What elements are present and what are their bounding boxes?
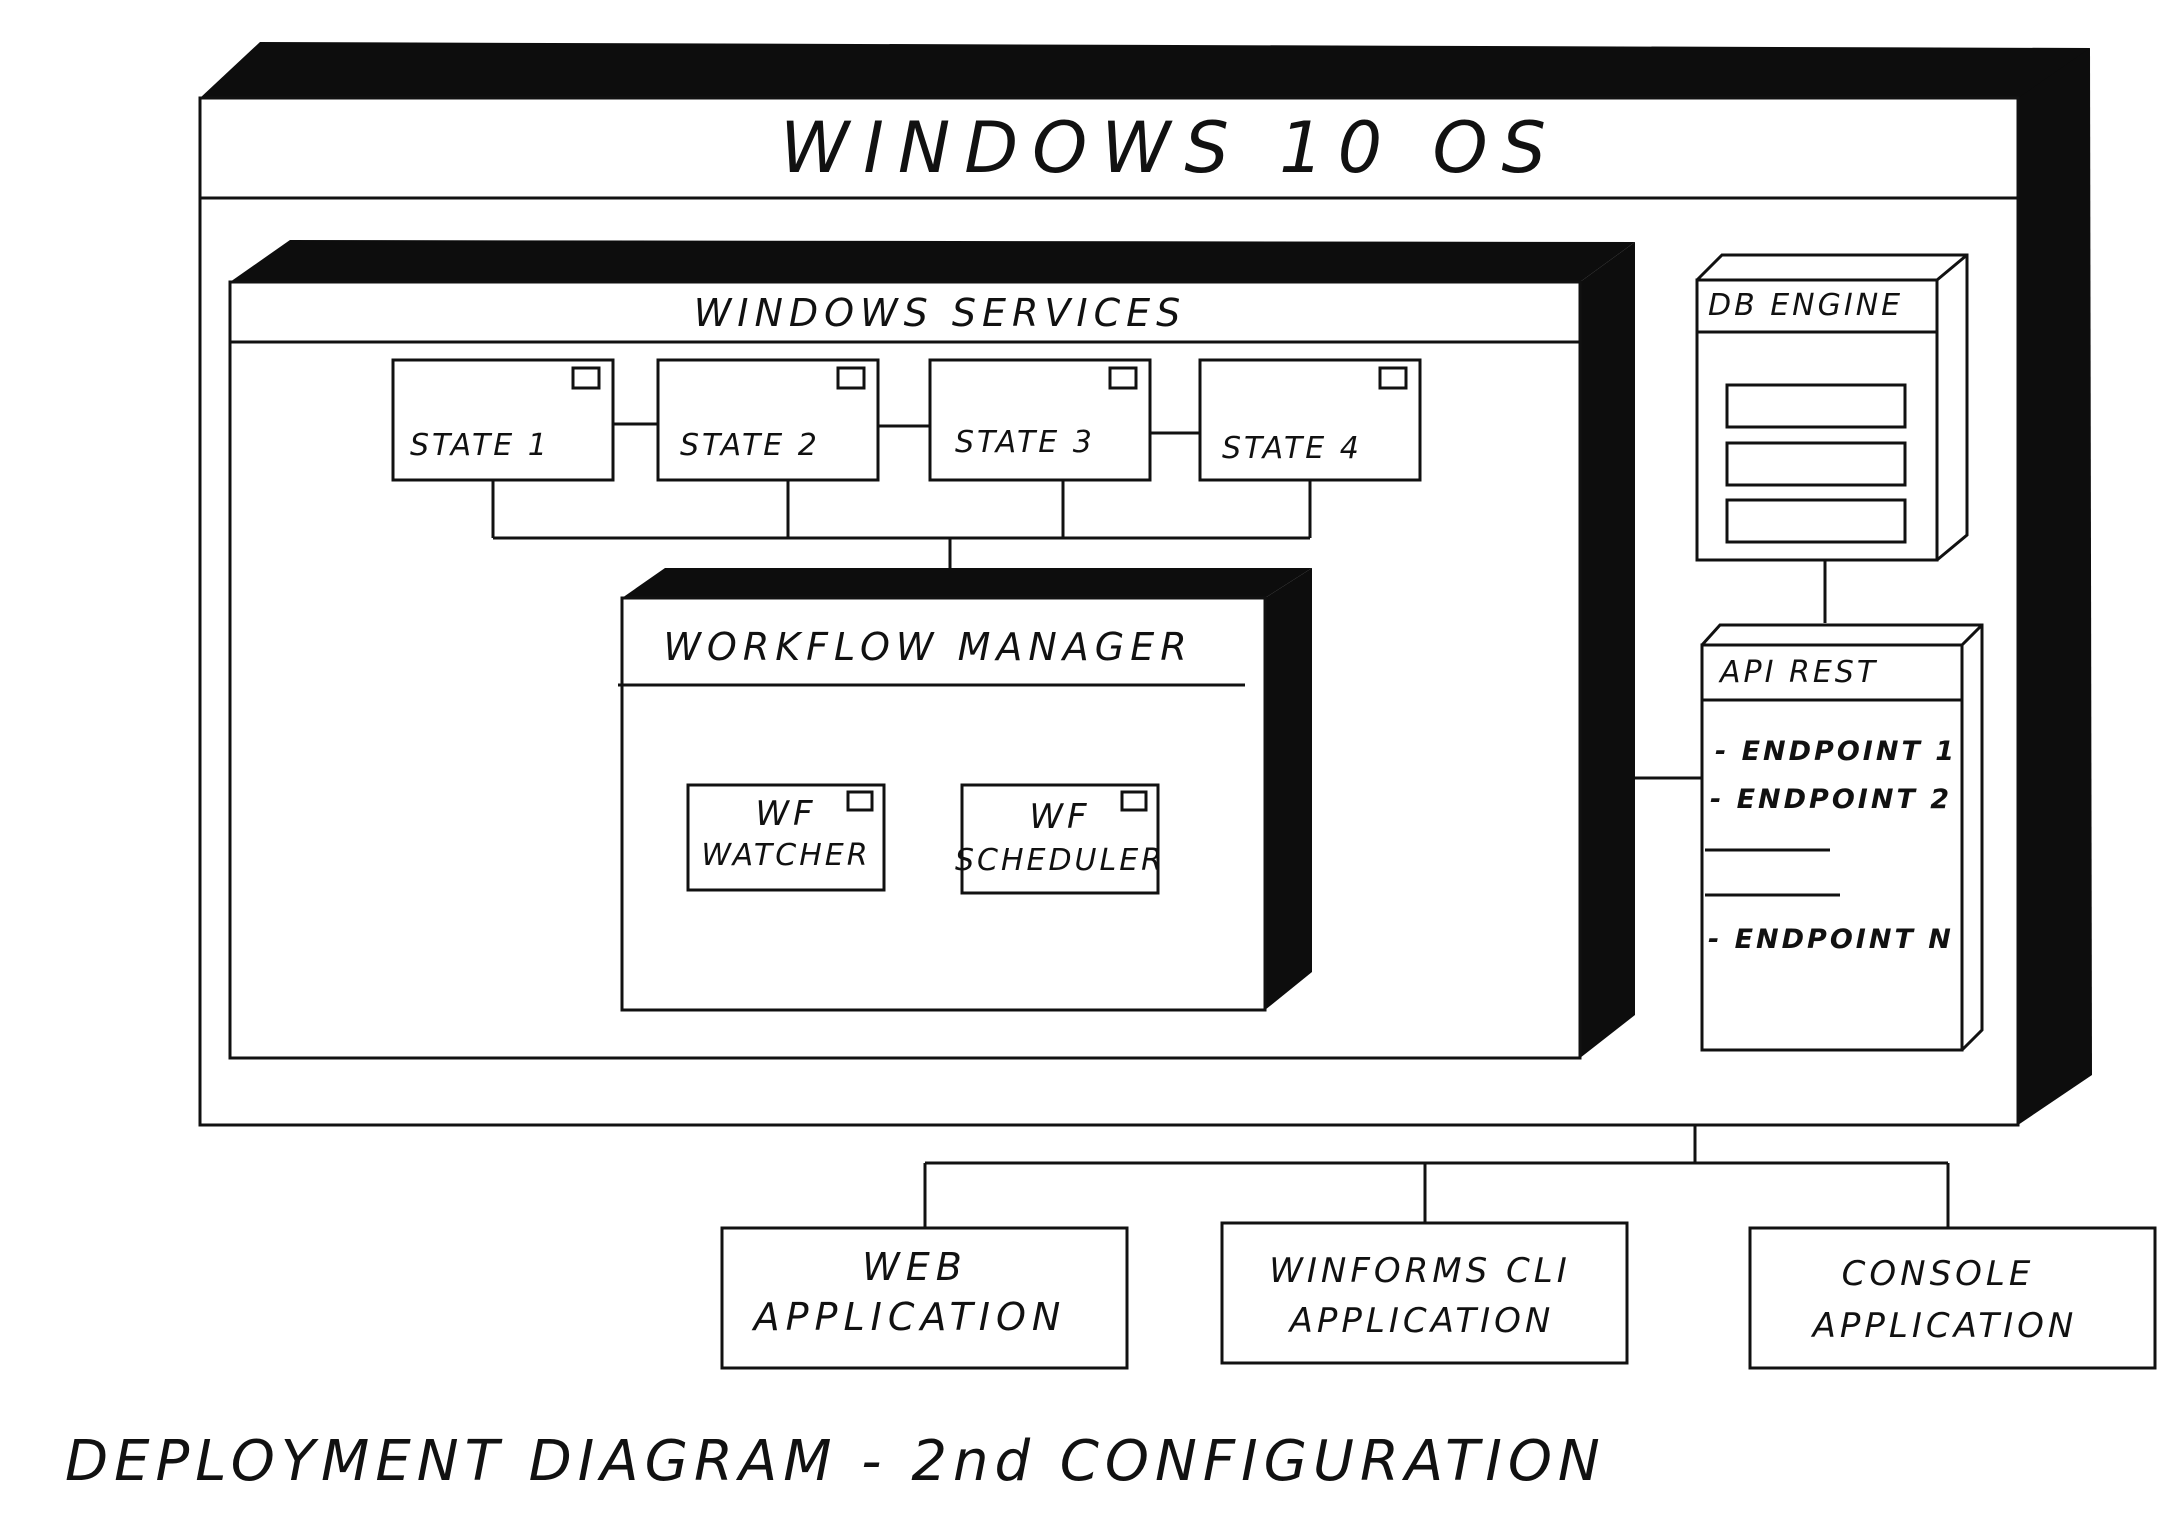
windows-services-top-face [230, 240, 1635, 282]
wf-scheduler-label-line1: WF [1029, 797, 1090, 837]
db-engine-title: DB ENGINE [1708, 288, 1903, 323]
state-component: STATE 2 [656, 358, 880, 482]
wf-watcher-label-line1: WF [755, 794, 816, 834]
wf-scheduler-label-line2: SCHEDULER [955, 843, 1165, 878]
state-component: STATE 4 [1198, 358, 1422, 482]
api-rest-node: API REST - ENDPOINT 1 - ENDPOINT 2 - END… [1700, 623, 1984, 1052]
winforms-application-line2: APPLICATION [1288, 1301, 1555, 1341]
state-label: STATE 1 [410, 428, 550, 463]
workflow-manager-side-face [1265, 568, 1312, 1010]
winforms-application-line1: WINFORMS CLI [1269, 1251, 1570, 1291]
api-endpoint: - ENDPOINT 2 [1710, 784, 1952, 815]
wf-watcher-component: WF WATCHER [686, 783, 886, 892]
deployment-diagram: WINDOWS 10 OS WINDOWS SERVICES STATE 1 S… [65, 42, 2157, 1494]
state-component: STATE 3 [928, 358, 1152, 482]
db-engine-node: DB ENGINE [1695, 253, 1969, 562]
web-application-node: WEB APPLICATION [720, 1226, 1129, 1370]
workflow-manager-top-face [622, 568, 1312, 598]
console-application-line1: CONSOLE [1842, 1254, 2035, 1294]
workflow-manager-node: WORKFLOW MANAGER WF WATCHER WF SCHEDULER [618, 568, 1312, 1012]
windows-services-side-face [1580, 242, 1635, 1058]
web-application-line2: APPLICATION [751, 1295, 1067, 1339]
state-label: STATE 3 [955, 425, 1095, 460]
windows-os-node-side-face [2018, 48, 2092, 1125]
client-connectors [923, 1125, 1950, 1228]
db-table-row [1725, 383, 1907, 429]
winforms-application-node: WINFORMS CLI APPLICATION [1220, 1221, 1629, 1365]
wf-watcher-label-line2: WATCHER [701, 838, 870, 873]
api-rest-title: API REST [1718, 655, 1878, 690]
state-label: STATE 2 [680, 428, 820, 463]
workflow-manager-title: WORKFLOW MANAGER [663, 625, 1192, 669]
db-table-row [1725, 441, 1907, 487]
wf-scheduler-component: WF SCHEDULER [955, 783, 1165, 895]
api-endpoint: - ENDPOINT N [1708, 924, 1954, 955]
state-label: STATE 4 [1222, 431, 1362, 466]
api-endpoint: - ENDPOINT 1 [1715, 736, 1957, 767]
windows-services-title: WINDOWS SERVICES [694, 291, 1187, 335]
api-rest-frame [1700, 643, 1964, 1052]
windows-os-node-top-face [200, 42, 2090, 98]
db-table-row [1725, 498, 1907, 544]
state-component: STATE 1 [391, 358, 615, 482]
console-application-line2: APPLICATION [1811, 1306, 2078, 1346]
console-application-node: CONSOLE APPLICATION [1748, 1226, 2157, 1370]
diagram-caption: DEPLOYMENT DIAGRAM - 2nd CONFIGURATION [65, 1429, 1606, 1494]
web-application-line1: WEB [862, 1245, 968, 1289]
windows-os-title: WINDOWS 10 OS [780, 107, 1560, 189]
